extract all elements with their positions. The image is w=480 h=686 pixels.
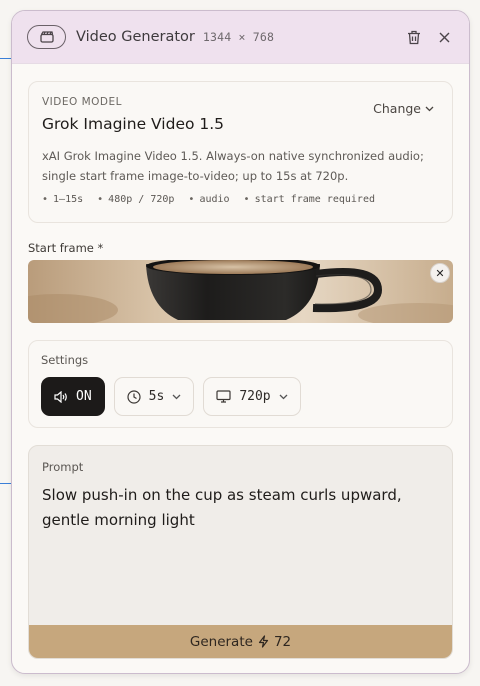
change-label: Change — [373, 101, 421, 116]
spec-resolution: 480p / 720p — [97, 194, 174, 205]
resolution-select[interactable]: 720p — [203, 377, 301, 416]
remove-frame-button[interactable]: ✕ — [430, 263, 450, 283]
settings-row: ON 5s 720p — [41, 377, 440, 416]
monitor-icon — [216, 390, 231, 403]
spec-start-frame: start frame required — [244, 194, 375, 205]
trash-icon[interactable] — [403, 26, 425, 48]
model-description: xAI Grok Imagine Video 1.5. Always-on na… — [42, 149, 424, 183]
panel-title: Video Generator — [76, 29, 195, 45]
settings-card: Settings ON 5s 720p — [28, 340, 453, 428]
prompt-input[interactable]: Slow push-in on the cup as steam curls u… — [42, 483, 442, 533]
panel-header: Video Generator 1344 × 768 — [12, 11, 469, 64]
audio-toggle[interactable]: ON — [41, 377, 105, 416]
prompt-label: Prompt — [42, 460, 84, 474]
duration-value: 5s — [148, 389, 165, 404]
speaker-icon — [54, 390, 67, 403]
spec-audio: audio — [188, 194, 229, 205]
spec-duration: 1–15s — [42, 194, 83, 205]
audio-value: ON — [76, 389, 92, 404]
settings-label: Settings — [41, 353, 89, 367]
prompt-card[interactable]: Prompt Slow push-in on the cup as steam … — [28, 445, 453, 659]
change-model-button[interactable]: Change — [373, 101, 434, 116]
close-icon[interactable] — [433, 26, 455, 48]
video-model-card: VIDEO MODEL Grok Imagine Video 1.5 Chang… — [28, 81, 453, 223]
start-frame-label: Start frame * — [28, 241, 104, 255]
chevron-down-icon — [279, 394, 288, 399]
model-name: Grok Imagine Video 1.5 — [42, 115, 225, 133]
generate-button[interactable]: Generate 72 — [29, 625, 452, 658]
clock-icon — [127, 389, 141, 404]
chevron-down-icon — [172, 394, 181, 399]
generate-cost: 72 — [273, 633, 292, 650]
resolution-value: 720p — [239, 389, 271, 404]
video-generator-panel: Video Generator 1344 × 768 VIDEO MODEL G… — [11, 10, 470, 674]
model-specs: 1–15s 480p / 720p audio start frame requ… — [42, 194, 439, 205]
start-frame-image[interactable]: ✕ — [28, 260, 453, 323]
generate-label: Generate — [189, 633, 253, 650]
clapperboard-icon[interactable] — [27, 25, 66, 49]
duration-select[interactable]: 5s — [113, 377, 195, 416]
chevron-down-icon — [425, 106, 434, 111]
lightning-icon — [258, 635, 269, 648]
output-dimensions: 1344 × 768 — [202, 30, 275, 44]
